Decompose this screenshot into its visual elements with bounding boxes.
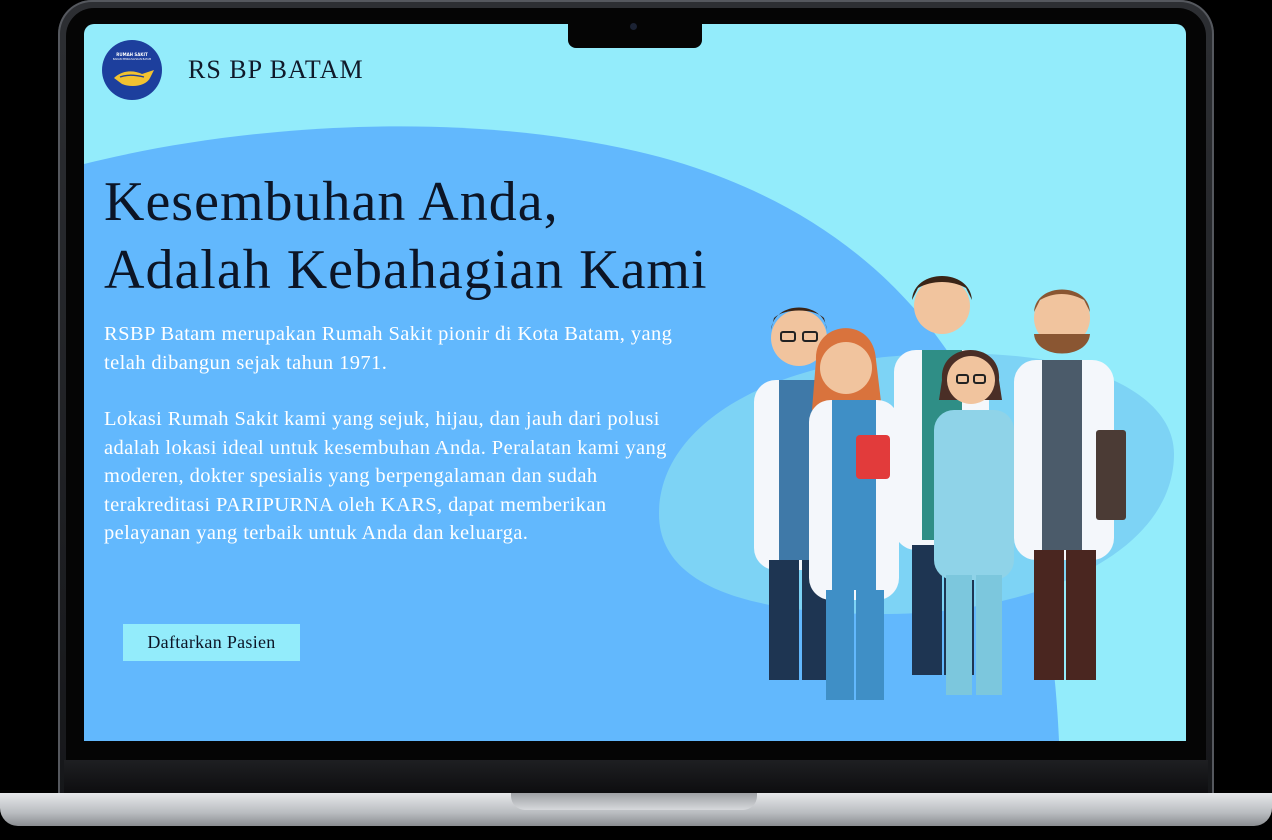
logo-text: RUMAH SAKIT — [116, 52, 148, 57]
hero-paragraph-details: Lokasi Rumah Sakit kami yang sejuk, hija… — [104, 408, 667, 544]
hero-title-line2: Adalah Kebahagian Kami — [104, 239, 708, 301]
hand-icon — [114, 70, 154, 86]
webcam-icon — [630, 23, 637, 30]
hero-title: Kesembuhan Anda, Adalah Kebahagian Kami — [104, 168, 708, 304]
register-patient-button[interactable]: Daftarkan Pasien — [123, 624, 300, 661]
doctor-figure-4 — [1014, 289, 1126, 680]
doctors-team-icon — [754, 276, 1126, 700]
laptop-chin — [64, 760, 1208, 794]
hero-paragraph-intro: RSBP Batam merupakan Rumah Sakit pionir … — [104, 323, 673, 374]
hospital-logo[interactable]: RUMAH SAKIT BADAN PENGUSAHAAN BATAM — [102, 40, 162, 100]
hero-title-line1: Kesembuhan Anda, — [104, 171, 559, 233]
browser-screen: RUMAH SAKIT BADAN PENGUSAHAAN BATAM RS B… — [84, 24, 1186, 741]
brand-name[interactable]: RS BP BATAM — [188, 55, 364, 85]
logo-subtext: BADAN PENGUSAHAAN BATAM — [112, 58, 152, 61]
laptop-base-groove — [511, 793, 757, 810]
site-header: RUMAH SAKIT BADAN PENGUSAHAAN BATAM RS B… — [102, 40, 364, 100]
